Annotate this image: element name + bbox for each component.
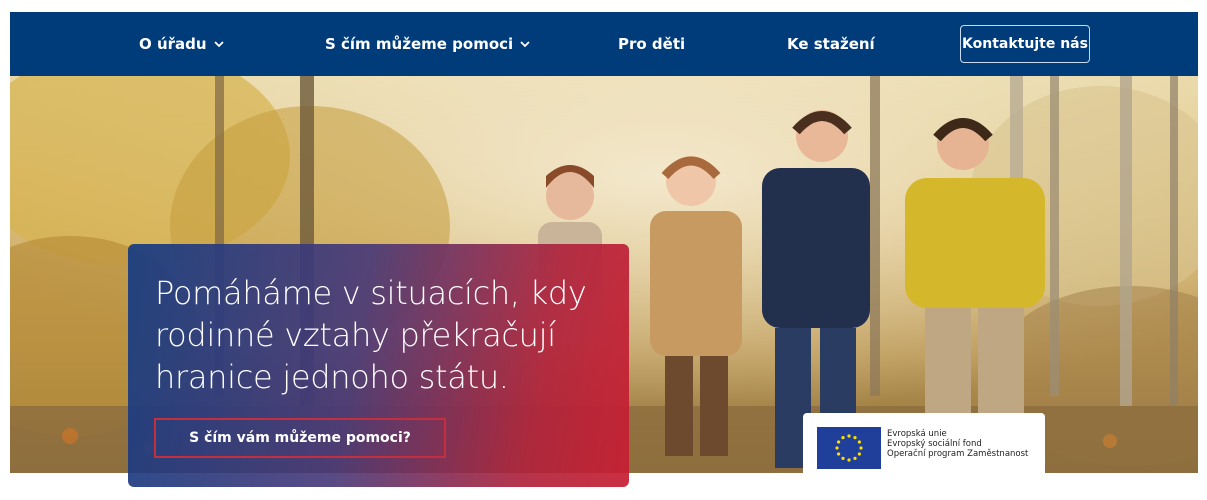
nav-item-label: S čím můžeme pomoci [325, 35, 514, 53]
eu-flag-icon [817, 427, 881, 469]
nav-item-label: Ke stažení [787, 35, 875, 53]
chevron-down-icon [520, 41, 530, 48]
page: O úřadu S čím můžeme pomoci Pro děti Ke … [0, 0, 1207, 500]
nav-item-label: Pro děti [618, 35, 686, 53]
eu-badge-text: Evropská unie Evropský sociální fond Ope… [887, 429, 1028, 459]
help-cta-button[interactable]: S čím vám můžeme pomoci? [154, 418, 446, 458]
hero-message-card: Pomáháme v situacích, kdy rodinné vztahy… [128, 244, 629, 487]
main-navigation: O úřadu S čím můžeme pomoci Pro děti Ke … [10, 12, 1198, 76]
nav-item-label: O úřadu [139, 35, 207, 53]
nav-item-pro-deti[interactable]: Pro děti [618, 12, 685, 76]
nav-item-ke-stazeni[interactable]: Ke stažení [787, 12, 875, 76]
eu-badge-line: Evropský sociální fond [887, 439, 982, 449]
eu-badge-line: Evropská unie [887, 429, 947, 439]
hero-headline: Pomáháme v situacích, kdy rodinné vztahy… [155, 274, 587, 396]
nav-item-o-uradu[interactable]: O úřadu [139, 12, 225, 76]
eu-badge-line: Operační program Zaměstnanost [887, 449, 1029, 459]
contact-button[interactable]: Kontaktujte nás [960, 25, 1090, 63]
nav-item-s-cim-muzeme-pomoci[interactable]: S čím můžeme pomoci [325, 12, 531, 76]
eu-funding-badge: Evropská unie Evropský sociální fond Ope… [803, 413, 1045, 473]
chevron-down-icon [213, 41, 224, 48]
